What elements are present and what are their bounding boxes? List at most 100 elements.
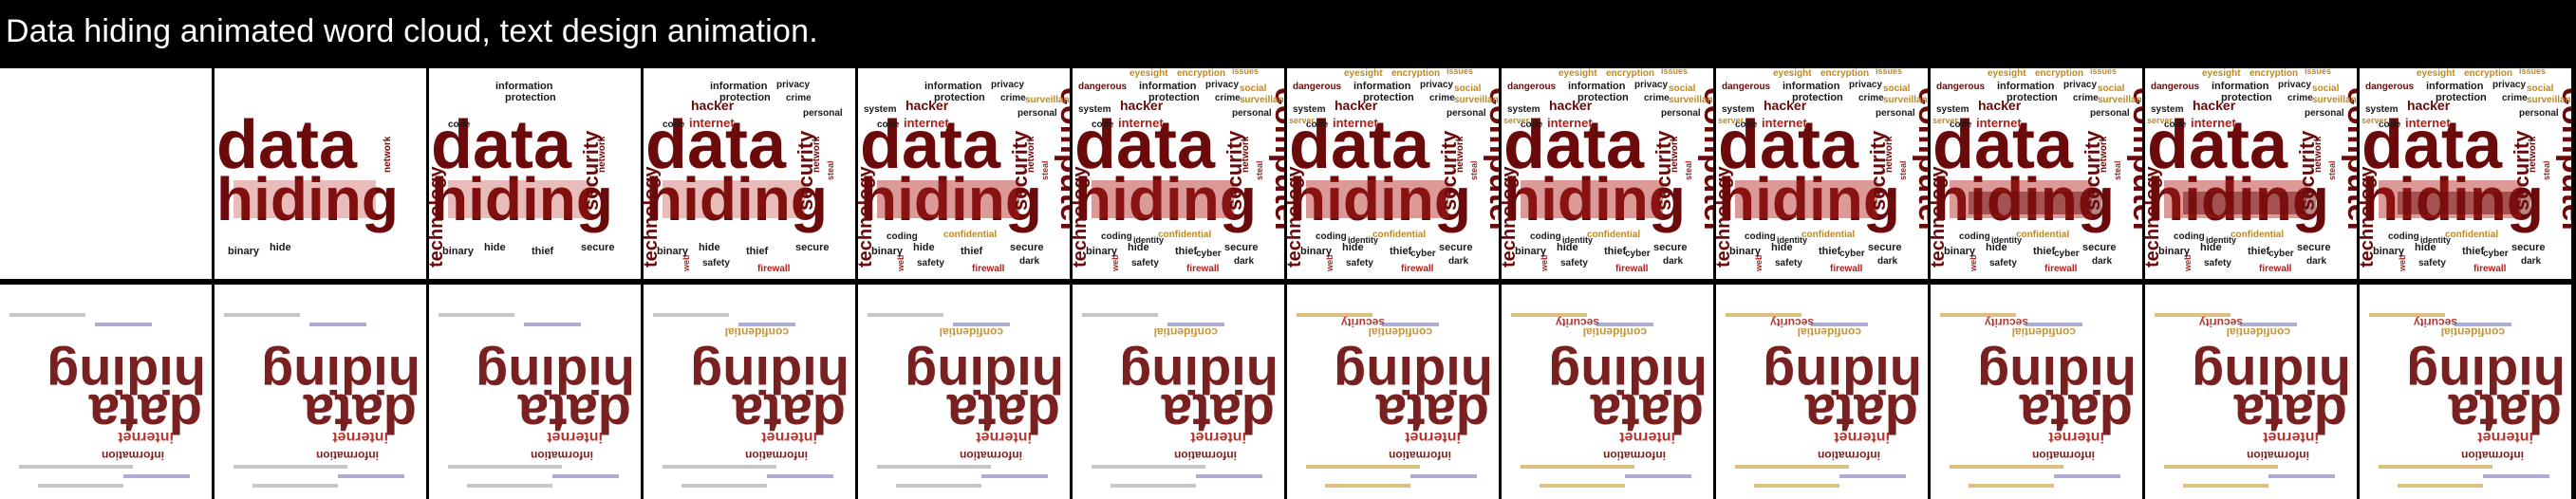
- mirrored-word-information: information: [2032, 449, 2095, 462]
- word-system: system: [864, 104, 897, 115]
- word-personal: personal: [1876, 108, 1915, 119]
- word-issues: issues: [1661, 68, 1688, 76]
- frame-thumbnail: data hiding internet information: [215, 285, 426, 499]
- glitch-bar: [309, 323, 366, 326]
- glitch-bar: [2164, 465, 2278, 469]
- mirrored-word-main2: hiding: [2406, 345, 2566, 405]
- glitch-bar: [663, 465, 776, 469]
- word-internet: internet: [1976, 116, 2022, 130]
- glitch-bar: [1726, 313, 1801, 317]
- word-web: web: [1111, 254, 1120, 272]
- glitch-bar: [1950, 465, 2063, 469]
- word-issues: issues: [1876, 68, 1902, 76]
- mirrored-word-main2: hiding: [690, 345, 849, 405]
- fire-glow: [663, 180, 805, 218]
- word-social: social: [1883, 83, 1911, 94]
- word-information: information: [924, 81, 982, 92]
- word-cyber: cyber: [2483, 249, 2509, 259]
- word-cloud-1: [0, 68, 212, 279]
- word-web: web: [2183, 254, 2193, 272]
- glitch-bar: [2455, 323, 2511, 326]
- word-web: web: [1754, 254, 1764, 272]
- word-internet: internet: [689, 116, 735, 130]
- word-code: code: [448, 120, 471, 130]
- frame-thumbnail: datahidingnetworkbinaryhidetechnologysec…: [1931, 68, 2142, 279]
- word-information: information: [495, 81, 553, 92]
- fire-glow: [1306, 180, 1448, 218]
- mirrored-word-main2: hiding: [1548, 345, 1708, 405]
- mirrored-word-information: information: [1603, 449, 1666, 462]
- glitch-bar: [877, 465, 991, 469]
- glitch-bar: [9, 313, 85, 317]
- word-secure: secure: [1653, 242, 1687, 253]
- word-eyesight: eyesight: [1773, 68, 1812, 79]
- glitch-bar: [2155, 313, 2231, 317]
- fire-glow: [448, 180, 590, 218]
- frame-thumbnail: datahidingnetworkbinaryhidetechnologysec…: [1073, 68, 1284, 279]
- glitch-bar: [2240, 323, 2297, 326]
- word-safety: safety: [2204, 258, 2231, 268]
- page-title: Data hiding animated word cloud, text de…: [6, 12, 818, 49]
- frame-thumbnail: data hiding internet information confidentia…: [1073, 285, 1284, 499]
- mirrored-word-main2: hiding: [476, 345, 635, 405]
- mirrored-cloud-19: datahidinginternetinformationconfidentia…: [1297, 313, 1493, 488]
- frame-thumbnail: data hiding network binary hide: [215, 68, 426, 279]
- word-coding: coding: [1530, 231, 1561, 242]
- word-coding: coding: [2388, 231, 2419, 242]
- word-hacker: hacker: [2193, 98, 2236, 113]
- glitch-bar: [681, 484, 767, 488]
- frame-thumbnail: datahidingnetworkbinaryhidetechnologysec…: [644, 68, 855, 279]
- word-technology: technology: [429, 165, 447, 268]
- word-eyesight: eyesight: [1129, 68, 1168, 79]
- glitch-bar: [2268, 474, 2335, 478]
- glitch-bar: [1625, 474, 1691, 478]
- word-surveillance: surveillance: [2527, 95, 2571, 105]
- mirrored-cloud-24: datahidinginternetinformationconfidentia…: [2369, 313, 2566, 488]
- word-confidential: confidential: [1158, 230, 1211, 240]
- glitch-bar: [2025, 323, 2082, 326]
- word-privacy: privacy: [1420, 80, 1453, 90]
- mirrored-word-main2: hiding: [905, 345, 1064, 405]
- mirrored-word-internet: internet: [976, 429, 1032, 445]
- word-dark: dark: [2306, 256, 2327, 267]
- word-cyber: cyber: [1625, 249, 1651, 259]
- glitch-bar: [38, 484, 123, 488]
- word-information: information: [1997, 81, 2055, 92]
- word-safety: safety: [702, 258, 730, 268]
- glitch-bar: [1196, 474, 1262, 478]
- word-technology: technology: [644, 165, 662, 268]
- frame-thumbnail: data hiding internet information confidentia…: [2145, 285, 2357, 499]
- word-hacker: hacker: [1549, 98, 1593, 113]
- word-security: security: [1008, 130, 1032, 211]
- glitch-bar: [1082, 313, 1158, 317]
- word-firewall: firewall: [1615, 264, 1649, 274]
- word-coding: coding: [1959, 231, 1990, 242]
- word-steal: steal: [2113, 160, 2122, 180]
- mirrored-cloud-15: datahidinginternetinformation: [439, 313, 635, 488]
- word-cloud-12: datahidingnetworkbinaryhidetechnologysec…: [2360, 68, 2571, 274]
- word-encryption: encryption: [2464, 68, 2512, 79]
- word-firewall: firewall: [2473, 264, 2507, 274]
- word-hacker: hacker: [905, 98, 949, 113]
- word-hide: hide: [913, 242, 935, 253]
- frame-thumbnail: datahidingnetworkbinaryhidetechnologysec…: [2145, 68, 2357, 279]
- mirrored-word-internet: internet: [1834, 429, 1890, 445]
- mirrored-word-information: information: [102, 449, 164, 462]
- word-personal: personal: [1661, 108, 1701, 119]
- mirrored-word-main2: hiding: [1977, 345, 2137, 405]
- word-crime: crime: [1429, 93, 1455, 103]
- word-dark: dark: [1234, 256, 1255, 267]
- word-encryption: encryption: [1391, 68, 1440, 79]
- glitch-bar: [224, 313, 300, 317]
- mirrored-cloud-20: datahidinginternetinformationconfidentia…: [1511, 313, 1708, 488]
- glitch-bar: [2054, 474, 2120, 478]
- mirrored-cloud-23: datahidinginternetinformationconfidentia…: [2155, 313, 2351, 488]
- word-safety: safety: [2418, 258, 2446, 268]
- word-hide: hide: [484, 242, 506, 253]
- word-thief: thief: [1604, 246, 1627, 257]
- word-cloud-4: datahidingnetworkbinary hidetechnology sec…: [644, 80, 843, 274]
- word-social: social: [1454, 83, 1482, 94]
- word-firewall: firewall: [1401, 264, 1434, 274]
- word-cyber: cyber: [1839, 249, 1865, 259]
- word-cloud-5: datahidingnetworkbinary hidetechnology sec…: [858, 80, 1070, 274]
